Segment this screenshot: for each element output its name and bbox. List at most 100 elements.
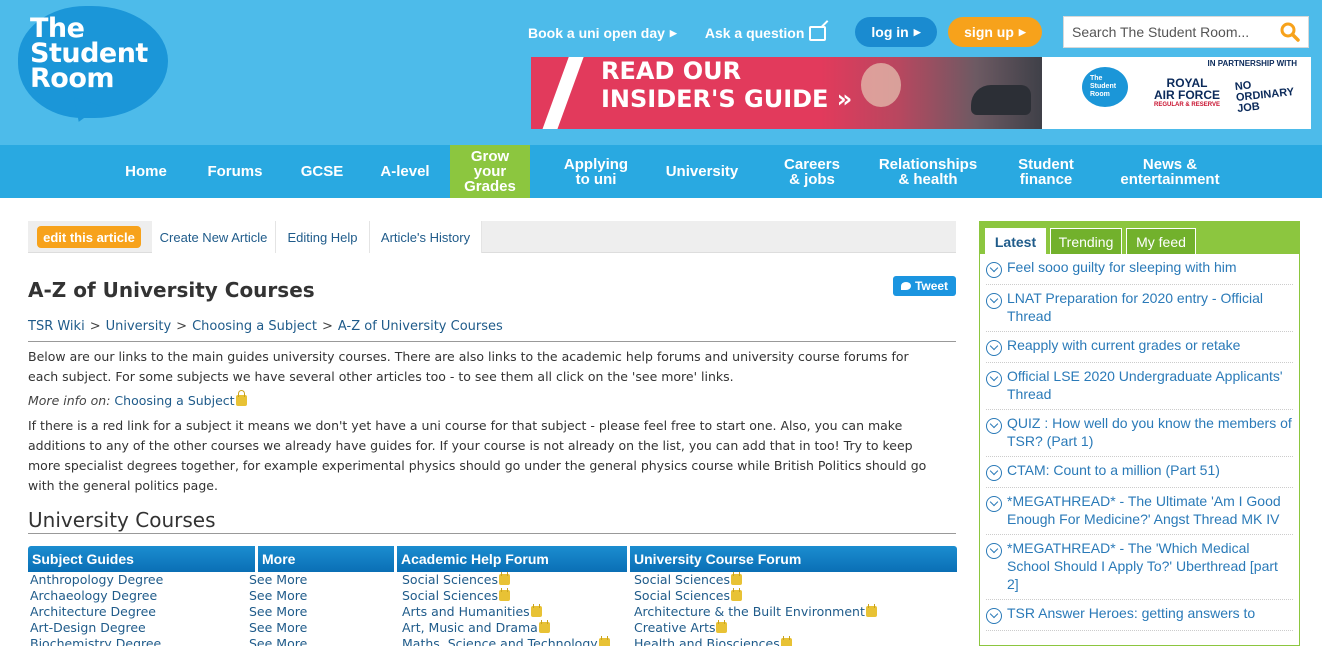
tsr-mini-line: The <box>1090 75 1103 82</box>
editing-help-link[interactable]: Editing Help <box>276 221 370 253</box>
site-header: The Student Room Book a uni open day ▶ A… <box>0 0 1322 145</box>
helicopter-image <box>971 85 1031 115</box>
create-article-link[interactable]: Create New Article <box>152 221 276 253</box>
see-more-link[interactable]: See More <box>247 636 400 646</box>
nav-home[interactable]: Home <box>116 145 176 198</box>
search-input[interactable] <box>1064 18 1274 46</box>
chevron-down-icon[interactable] <box>986 608 1002 624</box>
column-header: Academic Help Forum <box>397 546 630 572</box>
breadcrumb-link[interactable]: University <box>106 319 172 334</box>
course-forum-link[interactable]: Creative Arts <box>632 620 957 636</box>
ask-question-label: Ask a question <box>704 25 805 41</box>
logo-text: The Student Room <box>30 15 148 94</box>
edit-article-button[interactable]: edit this article <box>37 226 141 248</box>
banner-line: INSIDER'S GUIDE » <box>601 85 853 113</box>
thread-item[interactable]: LNAT Preparation for 2020 entry - Offici… <box>986 285 1293 332</box>
chevron-down-icon[interactable] <box>986 340 1002 356</box>
subject-guide-link[interactable]: Architecture Degree <box>28 604 247 620</box>
academic-forum-link[interactable]: Art, Music and Drama <box>400 620 632 636</box>
lock-icon <box>780 636 792 646</box>
course-forum-link[interactable]: Social Sciences <box>632 572 957 588</box>
forum-label: Maths, Science and Technology <box>402 636 598 646</box>
subject-guide-link[interactable]: Biochemistry Degree <box>28 636 247 646</box>
breadcrumb-link[interactable]: A-Z of University Courses <box>338 319 503 334</box>
see-more-link[interactable]: See More <box>247 620 400 636</box>
tweet-button[interactable]: Tweet <box>893 276 956 296</box>
red-link-paragraph: If there is a red link for a subject it … <box>28 416 958 496</box>
thread-item[interactable]: QUIZ : How well do you know the members … <box>986 410 1293 457</box>
open-day-link[interactable]: Book a uni open day ▶ <box>528 25 677 41</box>
thread-item[interactable]: *MEGATHREAD* - The Ultimate 'Am I Good E… <box>986 488 1293 535</box>
thread-title: Reapply with current grades or retake <box>1007 337 1241 353</box>
forum-label: Social Sciences <box>402 588 499 603</box>
page-title: A-Z of University Courses <box>28 278 315 302</box>
subject-guide-link[interactable]: Art-Design Degree <box>28 620 247 636</box>
chevron-down-icon[interactable] <box>986 465 1002 481</box>
caret-right-icon: ▶ <box>669 27 677 38</box>
subject-guide-link[interactable]: Archaeology Degree <box>28 588 247 604</box>
ask-question-link[interactable]: Ask a question <box>705 25 827 41</box>
lock-icon <box>716 620 728 633</box>
chevron-down-icon[interactable] <box>986 371 1002 387</box>
chevron-down-icon[interactable] <box>986 418 1002 434</box>
course-forum-link[interactable]: Architecture & the Built Environment <box>632 604 957 620</box>
thread-item[interactable]: CTAM: Count to a million (Part 51) <box>986 457 1293 488</box>
nav-student-finance[interactable]: Student finance <box>1008 145 1084 198</box>
banner-line: READ OUR <box>601 57 742 85</box>
thread-item[interactable]: Official LSE 2020 Undergraduate Applican… <box>986 363 1293 410</box>
nav-alevel[interactable]: A-level <box>372 145 438 198</box>
search-box <box>1063 16 1309 48</box>
course-forum-link[interactable]: Social Sciences <box>632 588 957 604</box>
site-logo[interactable]: The Student Room <box>18 6 168 127</box>
partner-label: IN PARTNERSHIP WITH <box>1207 59 1297 68</box>
signup-button[interactable]: sign up ▶ <box>948 17 1042 47</box>
academic-forum-link[interactable]: Arts and Humanities <box>400 604 632 620</box>
academic-forum-link[interactable]: Maths, Science and Technology <box>400 636 632 646</box>
thread-item[interactable]: *MEGATHREAD* - The 'Which Medical School… <box>986 535 1293 600</box>
forum-label: Art, Music and Drama <box>402 620 538 635</box>
academic-forum-link[interactable]: Social Sciences <box>400 588 632 604</box>
table-row: Architecture Degree See More Arts and Hu… <box>28 604 957 620</box>
text-line: each subject. For some subjects we have … <box>28 369 734 384</box>
academic-forum-link[interactable]: Social Sciences <box>400 572 632 588</box>
see-more-link[interactable]: See More <box>247 588 400 604</box>
thread-list: Feel sooo guilty for sleeping with him L… <box>980 254 1299 631</box>
nav-applying[interactable]: Applying to uni <box>555 145 637 198</box>
login-label: log in <box>871 24 909 40</box>
tab-trending[interactable]: Trending <box>1050 228 1122 254</box>
subject-guide-link[interactable]: Anthropology Degree <box>28 572 247 588</box>
tab-my-feed[interactable]: My feed <box>1126 228 1196 254</box>
breadcrumb-link[interactable]: Choosing a Subject <box>192 319 317 334</box>
chevron-down-icon[interactable] <box>986 496 1002 512</box>
nav-news[interactable]: News & entertainment <box>1108 145 1232 198</box>
search-icon[interactable] <box>1280 22 1300 42</box>
courses-table: Subject Guides More Academic Help Forum … <box>28 546 957 646</box>
chevron-down-icon[interactable] <box>986 543 1002 559</box>
text-line: additions to any of the other courses we… <box>28 438 913 453</box>
course-forum-link[interactable]: Health and Biosciences <box>632 636 957 646</box>
no-ordinary-job-logo: NO ORDINARY JOB <box>1234 76 1295 115</box>
login-button[interactable]: log in ▶ <box>855 17 937 47</box>
article-history-link[interactable]: Article's History <box>370 221 482 253</box>
nav-label: your <box>473 163 507 180</box>
see-more-link[interactable]: See More <box>247 604 400 620</box>
nav-careers[interactable]: Careers & jobs <box>776 145 848 198</box>
twitter-bird-icon <box>900 282 911 290</box>
see-more-link[interactable]: See More <box>247 572 400 588</box>
logo-line: Room <box>30 63 115 94</box>
thread-item[interactable]: Feel sooo guilty for sleeping with him <box>986 254 1293 285</box>
nav-grow-grades[interactable]: Grow your Grades <box>450 145 530 198</box>
nav-forums[interactable]: Forums <box>200 145 270 198</box>
chevron-down-icon[interactable] <box>986 262 1002 278</box>
nav-gcse[interactable]: GCSE <box>292 145 352 198</box>
chevron-down-icon[interactable] <box>986 293 1002 309</box>
more-info-link[interactable]: Choosing a Subject <box>114 393 234 408</box>
breadcrumb-link[interactable]: TSR Wiki <box>28 319 85 334</box>
thread-item[interactable]: TSR Answer Heroes: getting answers to <box>986 600 1293 631</box>
nav-relationships[interactable]: Relationships & health <box>870 145 986 198</box>
insider-guide-banner[interactable]: READ OUR INSIDER'S GUIDE » IN PARTNERSHI… <box>531 57 1311 129</box>
tab-latest[interactable]: Latest <box>985 228 1046 254</box>
nav-university[interactable]: University <box>652 145 752 198</box>
thread-item[interactable]: Reapply with current grades or retake <box>986 332 1293 363</box>
caret-right-icon: ▶ <box>1018 26 1026 37</box>
